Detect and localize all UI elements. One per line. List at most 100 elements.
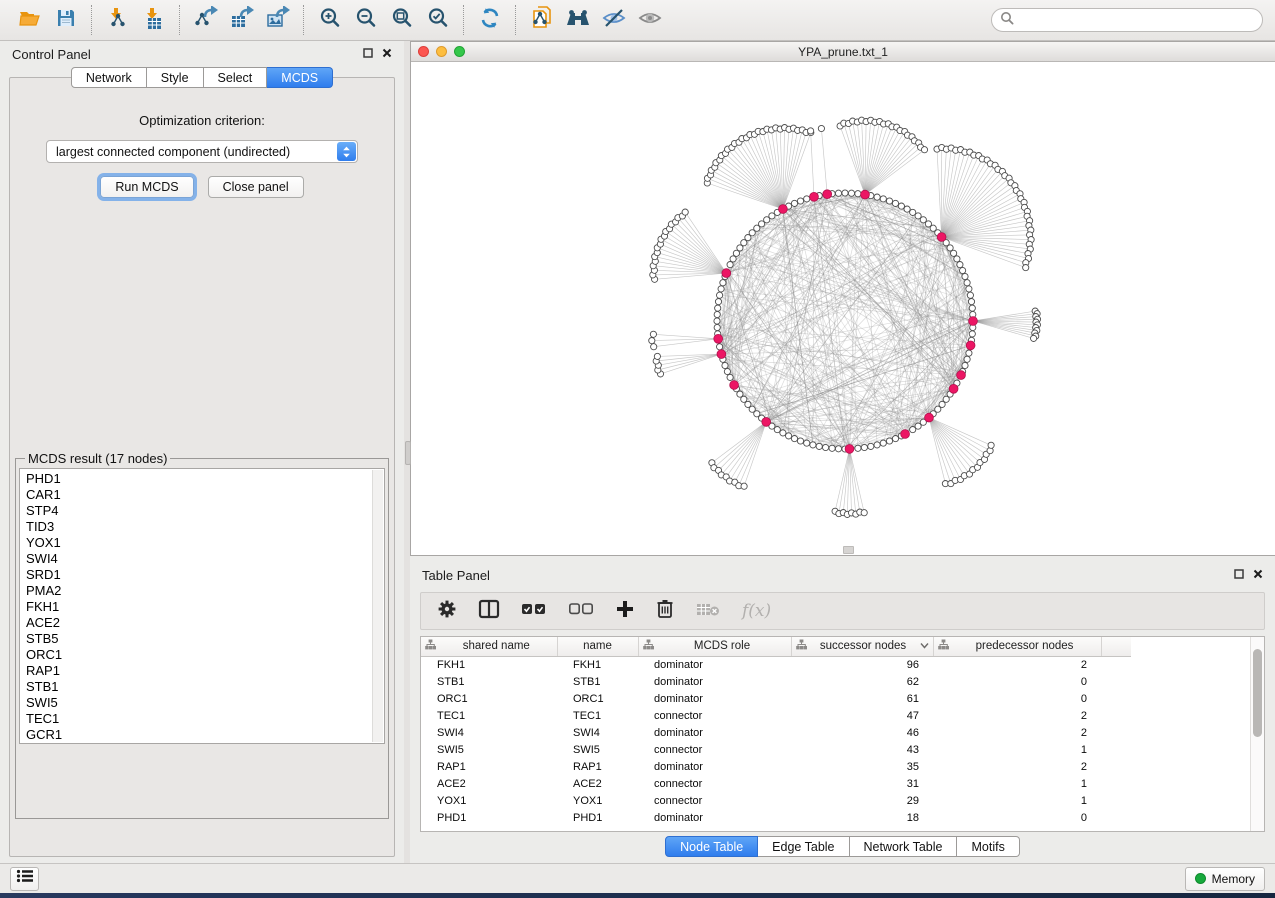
mcds-result-item[interactable]: YOX1 (26, 535, 384, 551)
search-input[interactable] (1019, 12, 1254, 28)
mcds-hub-node[interactable] (823, 190, 832, 199)
mcds-result-item[interactable]: GCR1 (26, 727, 384, 743)
mcds-hub-node[interactable] (779, 205, 788, 214)
memory-button[interactable]: Memory (1185, 867, 1265, 891)
horizontal-splitter-grip[interactable] (843, 546, 854, 554)
mcds-hub-node[interactable] (730, 381, 739, 390)
mcds-result-item[interactable]: TEC1 (26, 711, 384, 727)
mcds-hub-node[interactable] (845, 445, 854, 454)
mcds-hub-node[interactable] (722, 269, 731, 278)
network-graph[interactable] (411, 62, 1275, 555)
add-button[interactable] (615, 599, 635, 624)
delete-table-button[interactable] (695, 600, 721, 623)
table-row[interactable]: SWI4SWI4dominator462 (421, 724, 1131, 741)
save-button[interactable] (48, 4, 84, 36)
tab-motifs[interactable]: Motifs (957, 836, 1019, 857)
export-network-button[interactable] (188, 4, 224, 36)
column-header-predecessor-nodes[interactable]: predecessor nodes (933, 637, 1101, 656)
mcds-hub-node[interactable] (717, 350, 726, 359)
close-panel-icon[interactable] (382, 45, 392, 63)
mcds-result-item[interactable]: SWI4 (26, 551, 384, 567)
mcds-hub-node[interactable] (957, 371, 966, 380)
zoom-selected-button[interactable] (420, 4, 456, 36)
column-header-shared-name[interactable]: shared name (421, 637, 557, 656)
table-scrollbar[interactable] (1250, 637, 1264, 831)
mcds-result-item[interactable]: STB1 (26, 679, 384, 695)
table-row[interactable]: ORC1ORC1dominator610 (421, 690, 1131, 707)
close-panel-icon[interactable] (1253, 566, 1263, 584)
mcds-result-item[interactable]: CAR1 (26, 487, 384, 503)
table-row[interactable]: FKH1FKH1dominator962 (421, 656, 1131, 673)
node-table[interactable]: shared namenameMCDS rolesuccessor nodesp… (420, 636, 1265, 832)
columns-button[interactable] (478, 599, 500, 624)
select-all-button[interactable] (521, 601, 547, 622)
copy-document-button[interactable] (524, 4, 560, 36)
table-row[interactable]: YOX1YOX1connector291 (421, 792, 1131, 809)
search-network-button[interactable] (560, 4, 596, 36)
mcds-hub-node[interactable] (949, 384, 958, 393)
mcds-result-item[interactable]: RAP1 (26, 663, 384, 679)
show-details-button[interactable] (632, 4, 668, 36)
tab-node-table[interactable]: Node Table (665, 836, 758, 857)
vertical-splitter[interactable] (404, 41, 410, 863)
trash-button[interactable] (656, 598, 674, 624)
table-row[interactable]: RAP1RAP1dominator352 (421, 758, 1131, 775)
zoom-in-button[interactable] (312, 4, 348, 36)
mcds-hub-node[interactable] (966, 341, 975, 350)
mcds-hub-node[interactable] (937, 233, 946, 242)
mcds-result-item[interactable]: ORC1 (26, 647, 384, 663)
mcds-hub-node[interactable] (714, 334, 723, 343)
close-panel-button[interactable]: Close panel (208, 176, 304, 198)
table-row[interactable]: SWI5SWI5connector431 (421, 741, 1131, 758)
tab-edge-table[interactable]: Edge Table (758, 836, 849, 857)
tab-style[interactable]: Style (147, 67, 204, 88)
table-scrollbar-thumb[interactable] (1253, 649, 1262, 737)
column-header-MCDS-role[interactable]: MCDS role (638, 637, 791, 656)
mcds-result-item[interactable]: PHD1 (26, 471, 384, 487)
mcds-list-scrollbar[interactable] (372, 470, 383, 742)
column-header-successor-nodes[interactable]: successor nodes (791, 637, 933, 656)
mcds-result-item[interactable]: ACE2 (26, 615, 384, 631)
mcds-hub-node[interactable] (901, 430, 910, 439)
mcds-result-item[interactable]: SWI5 (26, 695, 384, 711)
mcds-result-list[interactable]: PHD1CAR1STP4TID3YOX1SWI4SRD1PMA2FKH1ACE2… (19, 468, 385, 744)
gear-button[interactable] (437, 599, 457, 624)
fx-button[interactable]: f(x) (742, 601, 771, 621)
zoom-out-button[interactable] (348, 4, 384, 36)
export-table-button[interactable] (224, 4, 260, 36)
tab-network-table[interactable]: Network Table (850, 836, 958, 857)
export-image-button[interactable] (260, 4, 296, 36)
tab-mcds[interactable]: MCDS (267, 67, 333, 88)
mcds-hub-node[interactable] (925, 413, 934, 422)
hide-details-button[interactable] (596, 4, 632, 36)
mcds-hub-node[interactable] (810, 192, 819, 201)
mcds-result-item[interactable]: STB5 (26, 631, 384, 647)
open-folder-button[interactable] (12, 4, 48, 36)
zoom-fit-button[interactable] (384, 4, 420, 36)
mcds-hub-node[interactable] (861, 190, 870, 199)
mcds-hub-node[interactable] (762, 418, 771, 427)
mcds-result-item[interactable]: SRD1 (26, 567, 384, 583)
mcds-result-item[interactable]: TID3 (26, 519, 384, 535)
table-row[interactable]: TEC1TEC1connector472 (421, 707, 1131, 724)
network-window-titlebar[interactable]: YPA_prune.txt_1 (411, 42, 1275, 62)
run-mcds-button[interactable]: Run MCDS (100, 176, 193, 198)
network-canvas[interactable] (411, 62, 1275, 555)
mcds-hub-node[interactable] (969, 317, 978, 326)
table-row[interactable]: ACE2ACE2connector311 (421, 775, 1131, 792)
tab-network[interactable]: Network (71, 67, 147, 88)
float-panel-icon[interactable] (1234, 566, 1244, 584)
float-panel-icon[interactable] (363, 45, 373, 63)
table-row[interactable]: STB1STB1dominator620 (421, 673, 1131, 690)
refresh-button[interactable] (472, 4, 508, 36)
deselect-all-button[interactable] (568, 601, 594, 622)
table-row[interactable]: PHD1PHD1dominator180 (421, 809, 1131, 826)
column-header-name[interactable]: name (557, 637, 638, 656)
search-box[interactable] (991, 8, 1263, 32)
mcds-result-item[interactable]: PMA2 (26, 583, 384, 599)
optimization-criterion-select[interactable]: largest connected component (undirected) (46, 140, 358, 163)
import-network-button[interactable] (100, 4, 136, 36)
import-table-button[interactable] (136, 4, 172, 36)
tab-select[interactable]: Select (204, 67, 268, 88)
mcds-result-item[interactable]: STP4 (26, 503, 384, 519)
